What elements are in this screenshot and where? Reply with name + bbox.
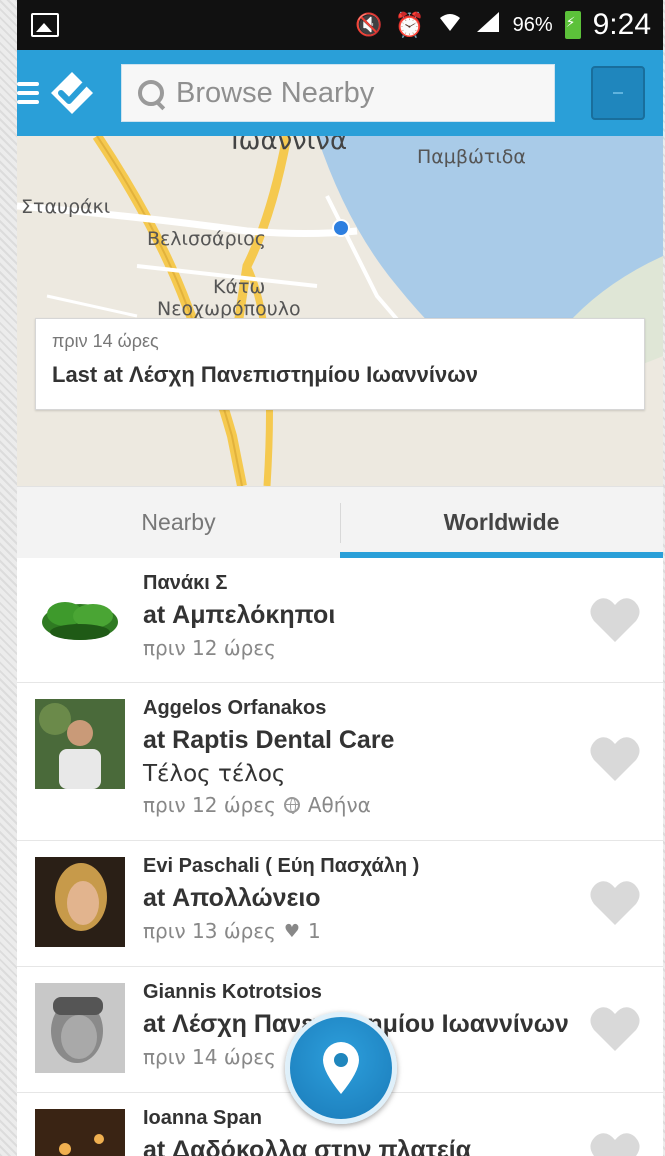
- avatar: [35, 574, 125, 664]
- battery-charging-icon: [564, 11, 581, 39]
- checkin-fab-button[interactable]: [285, 1012, 397, 1124]
- map-graphic: [17, 136, 663, 486]
- feed-location: Αθήνα: [307, 793, 371, 817]
- map-label-city: Ιωάννινα: [231, 136, 348, 156]
- feed-venue[interactable]: at Απολλώνειο: [143, 884, 663, 913]
- avatar: [35, 857, 125, 947]
- feed-venue[interactable]: at Λέσχη Πανεπιστημίου Ιωαννίνων: [143, 1010, 663, 1039]
- last-checkin-venue: Last at Λέσχη Πανεπιστημίου Ιωαννίνων: [52, 362, 479, 387]
- map-label-pamvotida: Παμβώτιδα: [417, 146, 526, 168]
- feed-user: Πανάκι Σ: [143, 572, 228, 594]
- location-pin-icon: [323, 1042, 359, 1094]
- feed-shout: Τέλος τέλος: [143, 761, 286, 787]
- map-label-kato: Κάτω: [213, 276, 266, 298]
- signal-icon: [475, 8, 501, 42]
- feed-time: πριν 13 ώρες: [143, 919, 276, 943]
- feed-user: Ioanna Span: [143, 1107, 262, 1129]
- app-bar: [17, 50, 663, 136]
- menu-icon[interactable]: [17, 82, 39, 104]
- feed-time: πριν 12 ώρες: [143, 793, 276, 817]
- gallery-notification-icon: [31, 13, 59, 37]
- clock: 9:24: [592, 8, 651, 41]
- search-box[interactable]: [121, 64, 555, 122]
- feed-tabs: Nearby Worldwide: [17, 486, 663, 558]
- small-heart-icon: ♥: [283, 920, 300, 942]
- feed-time: πριν 14 ώρες: [143, 1045, 276, 1069]
- avatar: [35, 1109, 125, 1156]
- like-heart-icon[interactable]: [589, 735, 641, 783]
- feed-item[interactable]: Evi Paschali ( Εύη Πασχάλη ) at Απολλώνε…: [17, 841, 663, 967]
- feed-likes: 1: [307, 919, 321, 943]
- feed-venue[interactable]: at Αμπελόκηποι: [143, 601, 663, 630]
- tab-nearby[interactable]: Nearby: [17, 487, 340, 558]
- feed-user: Aggelos Orfanakos: [143, 697, 327, 719]
- last-checkin-time: πριν 14 ώρες: [52, 331, 159, 351]
- feed-user: Giannis Kotrotsios: [143, 981, 322, 1003]
- status-bar: 🔇 ⏰ 96% 9:24: [17, 0, 663, 50]
- avatar: [35, 699, 125, 789]
- search-input[interactable]: [176, 76, 536, 110]
- feed-time: πριν 12 ώρες: [143, 636, 276, 660]
- avatar: [35, 983, 125, 1073]
- alarm-icon: ⏰: [394, 11, 425, 39]
- tab-worldwide[interactable]: Worldwide: [340, 487, 663, 558]
- app-screen: 🔇 ⏰ 96% 9:24: [17, 0, 663, 1156]
- battery-percent: 96%: [512, 13, 553, 36]
- like-heart-icon[interactable]: [589, 1005, 641, 1053]
- feed-venue[interactable]: at Raptis Dental Care: [143, 726, 663, 755]
- feed-user: Evi Paschali ( Εύη Πασχάλη ): [143, 855, 420, 877]
- last-checkin-card[interactable]: πριν 14 ώρες Last at Λέσχη Πανεπιστημίου…: [35, 318, 645, 410]
- like-heart-icon[interactable]: [589, 1131, 641, 1156]
- map-label-stavraki: Σταυράκι: [21, 196, 111, 218]
- foursquare-logo-icon[interactable]: [43, 64, 101, 122]
- feed-venue[interactable]: at Δαδόκολλα στην πλατεία: [143, 1136, 663, 1156]
- map-label-neochoropoulo: Νεοχωρόπουλο: [157, 298, 301, 320]
- mute-icon: 🔇: [355, 12, 383, 37]
- map-label-velissarios: Βελισσάριος: [147, 228, 266, 250]
- feed-item[interactable]: Πανάκι Σ at Αμπελόκηποι πριν 12 ώρες: [17, 558, 663, 683]
- map-view[interactable]: Ιωάννινα Παμβώτιδα Σταυράκι Βελισσάριος …: [17, 136, 663, 486]
- like-heart-icon[interactable]: [589, 596, 641, 644]
- globe-icon: [283, 797, 300, 814]
- like-heart-icon[interactable]: [589, 879, 641, 927]
- wifi-icon: [437, 8, 463, 42]
- feed-item[interactable]: Aggelos Orfanakos at Raptis Dental Care …: [17, 683, 663, 841]
- search-icon: [136, 78, 166, 108]
- overflow-button[interactable]: [591, 66, 645, 120]
